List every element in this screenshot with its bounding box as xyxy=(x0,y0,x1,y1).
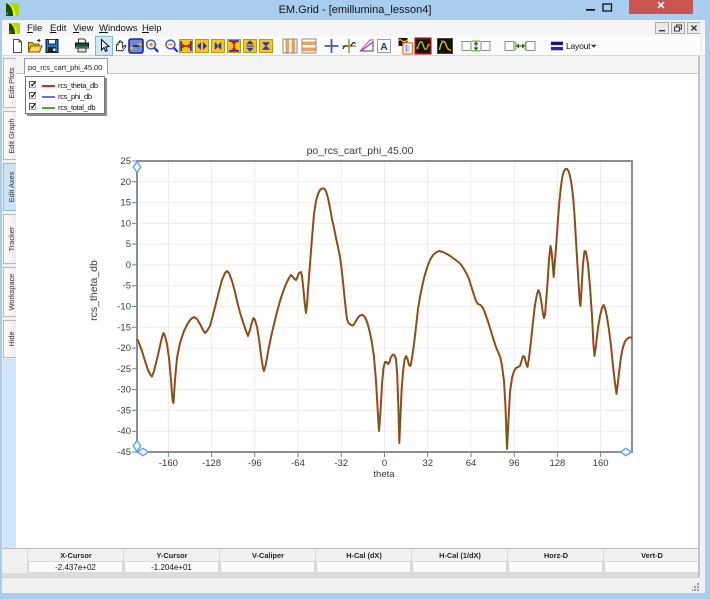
svg-text:5: 5 xyxy=(126,239,131,250)
svg-text:20: 20 xyxy=(120,177,131,188)
svg-text:64: 64 xyxy=(466,458,477,469)
svg-text:-25: -25 xyxy=(117,364,131,375)
svg-text:15: 15 xyxy=(120,198,131,209)
svg-text:160: 160 xyxy=(593,458,609,469)
svg-text:-64: -64 xyxy=(291,458,305,469)
svg-text:0: 0 xyxy=(126,260,131,271)
svg-text:-32: -32 xyxy=(334,458,348,469)
svg-text:-5: -5 xyxy=(123,281,131,292)
svg-text:-35: -35 xyxy=(117,405,131,416)
svg-text:10: 10 xyxy=(120,218,131,229)
svg-text:25: 25 xyxy=(120,156,131,167)
svg-text:po_rcs_cart_phi_45.00: po_rcs_cart_phi_45.00 xyxy=(307,145,414,157)
svg-text:32: 32 xyxy=(422,458,433,469)
svg-text:-40: -40 xyxy=(117,426,131,437)
svg-text:-45: -45 xyxy=(117,447,131,458)
svg-text:0: 0 xyxy=(382,458,387,469)
svg-text:theta: theta xyxy=(373,469,395,480)
svg-text:-96: -96 xyxy=(248,458,262,469)
svg-text:-20: -20 xyxy=(117,343,131,354)
svg-text:-10: -10 xyxy=(117,302,131,313)
svg-text:-128: -128 xyxy=(202,458,221,469)
svg-text:-30: -30 xyxy=(117,385,131,396)
svg-text:128: 128 xyxy=(549,458,565,469)
svg-text:rcs_theta_db: rcs_theta_db xyxy=(88,260,100,321)
svg-text:-15: -15 xyxy=(117,322,131,333)
svg-text:-160: -160 xyxy=(159,458,178,469)
svg-text:96: 96 xyxy=(509,458,520,469)
